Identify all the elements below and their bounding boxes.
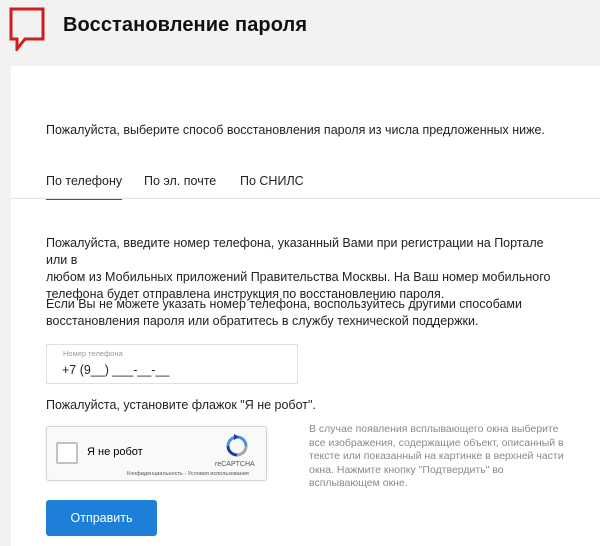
recaptcha-widget: Я не робот reCAPTCHA Конфиденциальность … — [46, 426, 267, 481]
recaptcha-checkbox-label: Я не робот — [87, 446, 143, 458]
support-instructions: Если Вы не можете указать номер телефона… — [46, 296, 566, 330]
phone-input[interactable] — [62, 361, 287, 379]
phone-instructions: Пожалуйста, введите номер телефона, указ… — [46, 235, 566, 303]
recaptcha-checkbox[interactable] — [56, 442, 78, 464]
submit-button[interactable]: Отправить — [46, 500, 157, 536]
recaptcha-terms-link[interactable]: Конфиденциальность - Условия использован… — [127, 471, 249, 477]
captcha-hint-line: окна. Нажмите кнопку "Подтвердить" во — [309, 463, 504, 476]
captcha-hint-line: В случае появления всплывающего окна выб… — [309, 423, 559, 435]
support-instructions-line: Если Вы не можете указать номер телефона… — [46, 297, 522, 311]
intro-text: Пожалуйста, выберите способ восстановлен… — [46, 123, 545, 137]
tab-phone[interactable]: По телефону — [46, 174, 123, 200]
captcha-hint: В случае появления всплывающего окна выб… — [309, 423, 569, 491]
captcha-instruction: Пожалуйста, установите флажок "Я не робо… — [46, 398, 316, 412]
support-instructions-line: восстановления пароля или обратитесь в с… — [46, 314, 479, 328]
phone-field[interactable]: Номер телефона — [46, 344, 298, 384]
phone-instructions-line: любом из Мобильных приложений Правительс… — [46, 270, 551, 284]
phone-instructions-line: Пожалуйста, введите номер телефона, указ… — [46, 236, 544, 267]
captcha-hint-line: все изображения, содержащие объект, опис… — [309, 436, 564, 449]
page-header: Восстановление пароля — [0, 0, 600, 62]
tab-snils[interactable]: По СНИЛС — [240, 174, 304, 198]
tabs-divider — [11, 198, 600, 199]
recaptcha-icon — [226, 434, 248, 457]
phone-field-label: Номер телефона — [63, 349, 123, 358]
tab-email[interactable]: По эл. почте — [144, 174, 216, 198]
page-title: Восстановление пароля — [63, 14, 308, 36]
recovery-tabs: По телефону По эл. почте По СНИЛС — [11, 174, 600, 206]
recaptcha-brand: reCAPTCHA — [215, 461, 255, 468]
recovery-card: Пожалуйста, выберите способ восстановлен… — [11, 66, 600, 546]
captcha-hint-line: тексте или показанный на картинке в верх… — [309, 450, 564, 462]
logo-icon[interactable] — [9, 7, 45, 51]
captcha-hint-line: всплывающем окне. — [309, 477, 408, 489]
